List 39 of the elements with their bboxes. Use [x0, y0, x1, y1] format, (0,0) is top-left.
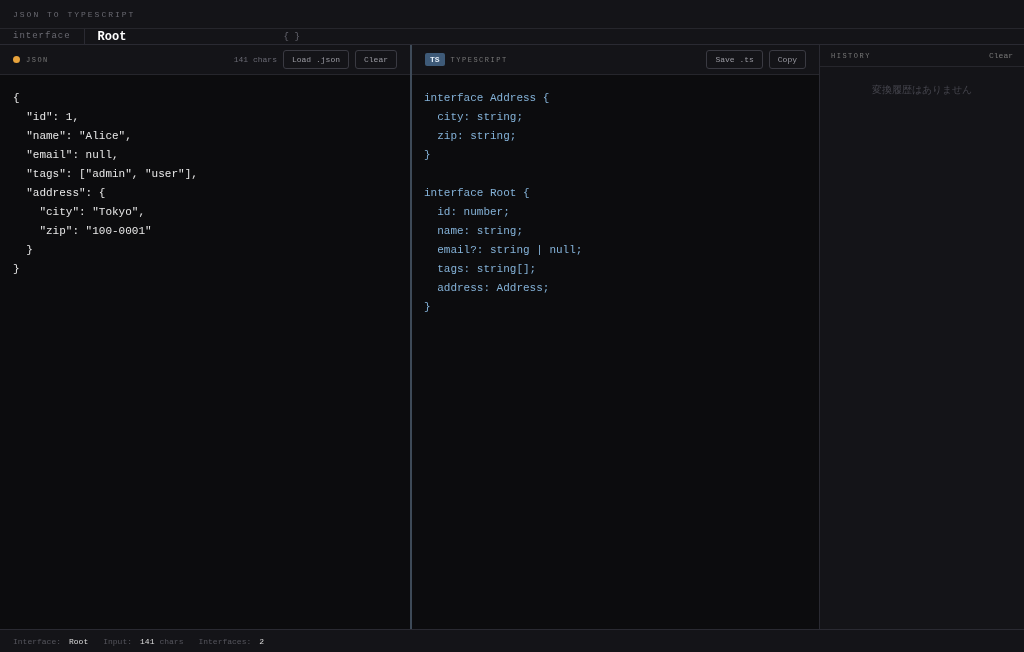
status-label: Interfaces:: [198, 636, 252, 646]
clear-history-button[interactable]: Clear: [989, 51, 1013, 60]
toolbar-button[interactable]: Load .json: [282, 50, 349, 69]
code-line: interface Address {: [424, 91, 551, 106]
status-value: 2: [259, 636, 265, 646]
code-line: "address": {: [25, 186, 107, 201]
toolbar-button[interactable]: Save .ts: [706, 50, 763, 69]
status-value: 141: [140, 636, 155, 646]
status-dot: [13, 56, 20, 63]
code-line: "id": 1,: [25, 110, 80, 125]
status-label: Input:: [103, 636, 133, 646]
code-line: city: string;: [436, 110, 525, 125]
code-line: }: [424, 148, 432, 163]
interface-name-field[interactable]: Root: [84, 29, 278, 44]
code-line: "zip": "100-0001": [38, 224, 153, 239]
status-label: Interface:: [13, 636, 61, 646]
code-line: zip: string;: [436, 129, 518, 144]
interface-label: interface: [0, 29, 85, 44]
code-line: tags: string[];: [436, 262, 538, 277]
app-title: JSON TO TYPESCRIPT: [13, 9, 136, 19]
ts-badge: TS: [425, 53, 445, 66]
code-line: }: [25, 243, 34, 258]
char-count: 141 chars: [233, 55, 277, 64]
code-line: "tags": ["admin", "user"],: [25, 167, 199, 182]
code-line: {: [13, 91, 21, 106]
code-line: "email": null,: [25, 148, 120, 163]
code-line: id: number;: [436, 205, 511, 220]
toolbar-button[interactable]: Copy: [768, 50, 806, 69]
toolbar-button[interactable]: Clear: [355, 50, 397, 69]
code-line: name: string;: [436, 224, 525, 239]
code-line: }: [424, 300, 432, 315]
status-value: Root: [69, 636, 89, 646]
code-line: address: Address;: [436, 281, 551, 296]
code-line: email?: string | null;: [436, 243, 584, 258]
code-line: interface Root {: [424, 186, 531, 201]
braces-hint: { }: [283, 31, 300, 42]
code-line: "city": "Tokyo",: [38, 205, 147, 220]
code-line: }: [13, 262, 21, 277]
code-line: "name": "Alice",: [25, 129, 133, 144]
